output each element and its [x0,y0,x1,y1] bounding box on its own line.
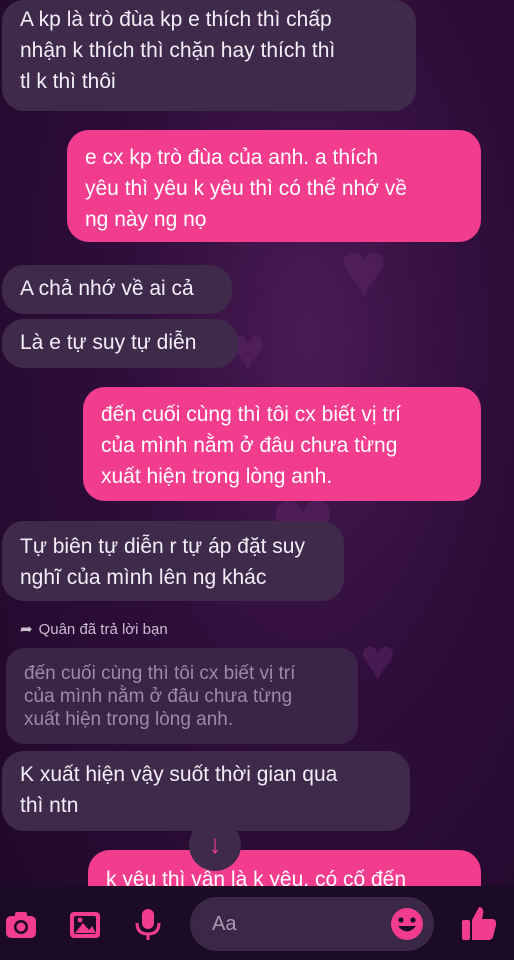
microphone-button[interactable] [131,908,165,942]
message-sent[interactable]: e cx kp trò đùa của anh. a thích yêu thì… [67,130,481,242]
quoted-message[interactable]: đến cuối cùng thì tôi cx biết vị trí của… [6,648,358,744]
microphone-icon [135,909,161,940]
message-text: A chả nhớ về ai cả [20,277,194,300]
camera-icon [6,912,36,938]
message-received[interactable]: A kp là trò đùa kp e thích thì chấp nhận… [2,0,416,111]
message-text: Tự biên tự diễn r tự áp đặt suy nghĩ của… [20,535,305,589]
like-icon [462,907,497,940]
gallery-icon [70,912,100,938]
message-received[interactable]: A chả nhớ về ai cả [2,265,232,314]
reply-indicator: ➦ Quân đã trả lời bạn [20,620,168,638]
message-received[interactable]: Tự biên tự diễn r tự áp đặt suy nghĩ của… [2,521,344,601]
gallery-button[interactable] [68,908,102,942]
message-sent[interactable]: đến cuối cùng thì tôi cx biết vị trí của… [83,387,481,501]
message-text: đến cuối cùng thì tôi cx biết vị trí của… [101,403,401,488]
reply-label-text: Quân đã trả lời bạn [38,621,168,638]
reply-arrow-icon: ➦ [20,621,33,638]
scroll-down-button[interactable]: ↓ [189,819,241,871]
message-text: A kp là trò đùa kp e thích thì chấp nhận… [20,8,336,93]
message-received[interactable]: K xuất hiện vậy suốt thời gian qua thì n… [2,751,410,831]
emoji-icon [391,908,423,940]
message-text: e cx kp trò đùa của anh. a thích yêu thì… [85,146,407,231]
message-text: K xuất hiện vậy suốt thời gian qua thì n… [20,763,338,817]
emoji-button[interactable] [390,907,424,941]
like-button[interactable] [460,904,498,942]
camera-button[interactable] [4,908,38,942]
message-received[interactable]: Là e tự suy tự diễn [2,319,238,368]
message-input-placeholder: Aa [212,913,237,935]
background-heart: ♥ [340,225,388,314]
message-text: Là e tự suy tự diễn [20,331,197,354]
background-heart: ♥ [360,626,396,693]
scroll-down-icon: ↓ [208,829,222,859]
quoted-text: đến cuối cùng thì tôi cx biết vị trí của… [24,663,296,730]
